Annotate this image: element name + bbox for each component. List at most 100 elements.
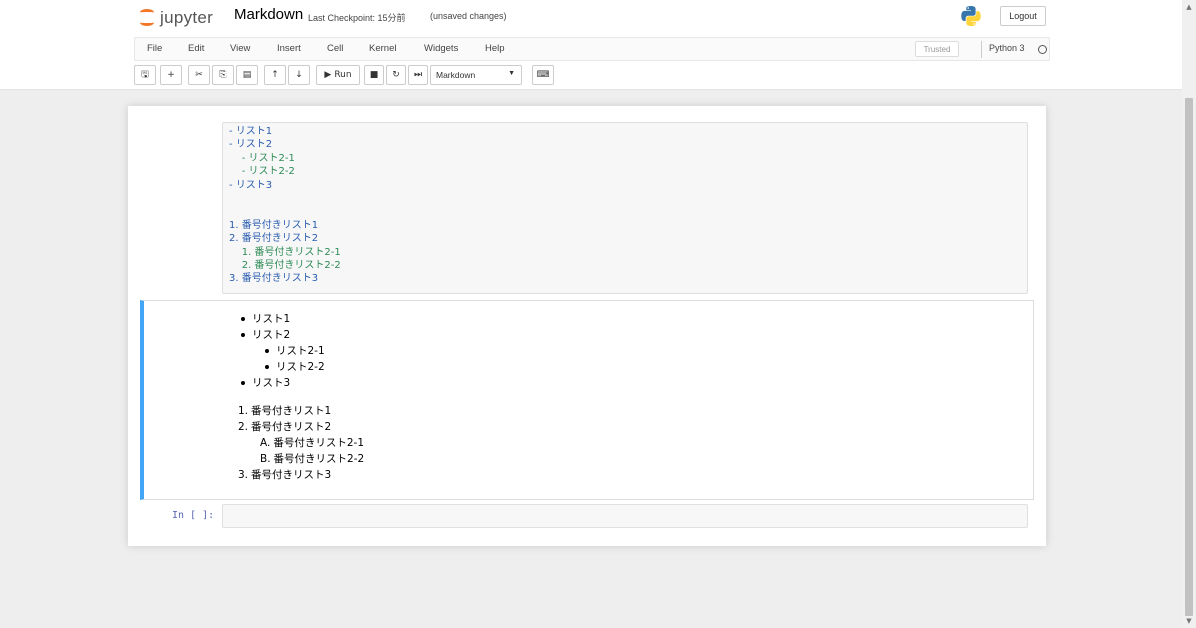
input-prompt: In [ ]: xyxy=(172,510,215,521)
copy-icon: ⎘ xyxy=(219,70,227,80)
notebook-container: - リスト1 - リスト2 - リスト2-1 - リスト2-2- リスト3 1. 番… xyxy=(128,106,1046,546)
jupyter-logo-icon xyxy=(138,7,156,29)
toolbar: 🖫 + ✂ ⎘ ▤ ↑ ↓ ▶ Run ■ ↻ ⏭ Markdown ▼ ⌨ xyxy=(134,65,594,87)
source-line: 3. 番号付きリスト3 xyxy=(229,273,319,285)
kernel-name: Python 3 xyxy=(989,43,1025,53)
run-button[interactable]: ▶ Run xyxy=(316,65,360,85)
run-icon: ▶ xyxy=(324,70,332,80)
stop-icon: ■ xyxy=(369,70,379,80)
logout-button[interactable]: Logout xyxy=(1000,6,1046,26)
list-item: リスト3 xyxy=(238,375,1018,391)
cell-type-select[interactable]: Markdown ▼ xyxy=(430,65,522,85)
kernel-separator xyxy=(981,41,982,58)
list-item: リスト2-1 xyxy=(238,343,1018,359)
restart-button[interactable]: ↻ xyxy=(386,65,406,85)
list-item-text: リスト3 xyxy=(252,377,291,389)
source-line: 1. 番号付きリスト2-1 xyxy=(229,246,341,258)
scroll-down-arrow-icon[interactable]: ▼ xyxy=(1182,614,1196,628)
list-marker: 2. xyxy=(238,421,249,433)
list-item: 1. 番号付きリスト1 xyxy=(238,403,1018,419)
source-line: - リスト2-2 xyxy=(229,166,295,178)
scrollbar-thumb[interactable] xyxy=(1185,98,1193,616)
paste-button[interactable]: ▤ xyxy=(236,65,258,85)
list-item: リスト1 xyxy=(238,311,1018,327)
save-button[interactable]: 🖫 xyxy=(134,65,156,85)
menu-edit[interactable]: Edit xyxy=(188,43,204,54)
list-item-text: リスト2-2 xyxy=(276,361,325,373)
restart-run-all-button[interactable]: ⏭ xyxy=(408,65,428,85)
scroll-up-arrow-icon[interactable]: ▲ xyxy=(1182,0,1196,14)
arrow-up-icon: ↑ xyxy=(271,70,279,80)
list-item-text: 番号付きリスト2-2 xyxy=(273,453,365,465)
bullet-icon xyxy=(241,333,245,337)
notebook-header: jupyter Markdown Last Checkpoint: 15分前 (… xyxy=(0,0,1182,90)
interrupt-button[interactable]: ■ xyxy=(364,65,384,85)
source-line: - リスト3 xyxy=(229,179,273,191)
source-line: - リスト2-1 xyxy=(229,152,295,164)
list-item: リスト2-2 xyxy=(238,359,1018,375)
list-item: B. 番号付きリスト2-2 xyxy=(238,451,1018,467)
fast-forward-icon: ⏭ xyxy=(413,70,423,80)
list-item-text: 番号付きリスト3 xyxy=(251,469,332,481)
menu-insert[interactable]: Insert xyxy=(277,43,301,54)
menu-help[interactable]: Help xyxy=(485,43,505,54)
paste-icon: ▤ xyxy=(242,70,252,80)
list-marker: 1. xyxy=(238,405,249,417)
bullet-icon xyxy=(241,381,245,385)
list-marker: B. xyxy=(260,453,271,465)
list-gap xyxy=(238,391,1018,403)
arrow-down-icon: ↓ xyxy=(295,70,303,80)
list-marker: 3. xyxy=(238,469,249,481)
caret-down-icon: ▼ xyxy=(508,70,515,77)
scissors-icon: ✂ xyxy=(195,70,203,80)
list-item: リスト2 xyxy=(238,327,1018,343)
run-label: Run xyxy=(334,70,352,80)
list-item: 2. 番号付きリスト2 xyxy=(238,419,1018,435)
command-palette-button[interactable]: ⌨ xyxy=(532,65,554,85)
menu-file[interactable]: File xyxy=(147,43,162,54)
keyboard-icon: ⌨ xyxy=(536,70,550,80)
source-line: - リスト1 xyxy=(229,126,273,137)
rendered-markdown-cell[interactable]: リスト1 リスト2 リスト2-1 リスト2-2 リスト3 1. 番号付きリスト1 2. 番号付き… xyxy=(140,300,1034,500)
jupyter-logo[interactable]: jupyter xyxy=(138,6,213,30)
notebook-name[interactable]: Markdown xyxy=(234,6,303,23)
kernel-idle-icon xyxy=(1038,45,1047,54)
source-line: - リスト2 xyxy=(229,139,273,151)
source-line: 1. 番号付きリスト1 xyxy=(229,219,319,231)
move-up-button[interactable]: ↑ xyxy=(264,65,286,85)
page-scrollbar[interactable]: ▲ ▼ xyxy=(1182,0,1196,628)
menu-widgets[interactable]: Widgets xyxy=(424,43,458,54)
list-item-text: 番号付きリスト1 xyxy=(251,405,332,417)
source-line: 2. 番号付きリスト2-2 xyxy=(229,259,341,271)
code-cell-input[interactable] xyxy=(222,504,1028,528)
list-item-text: 番号付きリスト2-1 xyxy=(273,437,364,449)
move-down-button[interactable]: ↓ xyxy=(288,65,310,85)
python-logo-icon xyxy=(961,6,981,26)
bullet-list: リスト1 リスト2 リスト2-1 リスト2-2 リスト3 xyxy=(238,311,1018,391)
checkpoint-status: Last Checkpoint: 15分前 xyxy=(308,13,406,23)
insert-cell-button[interactable]: + xyxy=(160,65,182,85)
numbered-list: 1. 番号付きリスト1 2. 番号付きリスト2 A. 番号付きリスト2-1 B. 番号付きリス… xyxy=(238,403,1018,483)
rendered-markdown: リスト1 リスト2 リスト2-1 リスト2-2 リスト3 1. 番号付きリスト1 2. 番号付き… xyxy=(238,311,1018,483)
list-item-text: リスト1 xyxy=(252,313,291,325)
restart-icon: ↻ xyxy=(392,70,400,80)
markdown-source-editor[interactable]: - リスト1 - リスト2 - リスト2-1 - リスト2-2- リスト3 1. 番… xyxy=(222,122,1028,294)
menu-kernel[interactable]: Kernel xyxy=(369,43,396,54)
source-line xyxy=(229,205,1021,218)
cell-type-value: Markdown xyxy=(436,70,476,80)
list-item-text: リスト2-1 xyxy=(276,345,325,357)
bullet-icon xyxy=(241,317,245,321)
cut-button[interactable]: ✂ xyxy=(188,65,210,85)
save-icon: 🖫 xyxy=(141,70,149,80)
bullet-icon xyxy=(265,365,269,369)
source-line xyxy=(229,192,1021,205)
menu-cell[interactable]: Cell xyxy=(327,43,343,54)
list-item-text: 番号付きリスト2 xyxy=(251,421,332,433)
copy-button[interactable]: ⎘ xyxy=(212,65,234,85)
trusted-indicator[interactable]: Trusted xyxy=(915,41,959,57)
menubar: File Edit View Insert Cell Kernel Widget… xyxy=(134,37,1050,61)
menu-view[interactable]: View xyxy=(230,43,250,54)
bullet-icon xyxy=(265,349,269,353)
plus-icon: + xyxy=(167,70,175,80)
list-item-text: リスト2 xyxy=(252,329,291,341)
